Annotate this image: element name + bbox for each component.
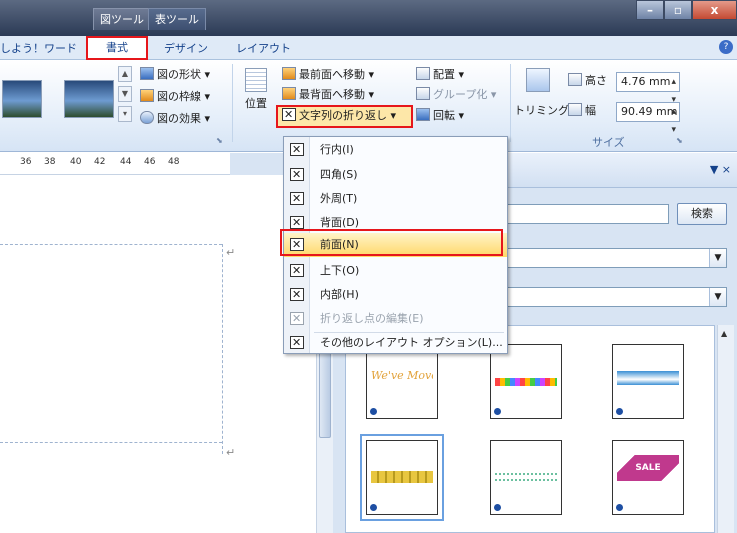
- document-page[interactable]: ↵ ↵: [0, 176, 316, 533]
- menu-item-tight[interactable]: 外周(T): [284, 187, 507, 211]
- menu-item-top-bottom[interactable]: 上下(O): [284, 259, 507, 283]
- chevron-up-icon[interactable]: ▲: [118, 66, 132, 82]
- rotate-icon: [416, 108, 430, 121]
- dialog-launcher-icon[interactable]: ⬊: [216, 136, 223, 145]
- in-front-highlight: [280, 229, 503, 256]
- picture-shape-button[interactable]: 図の形状 ▾: [140, 66, 210, 84]
- clip-item[interactable]: We've Moved: [366, 344, 438, 419]
- width-field[interactable]: 90.49 mm ▴ ▾: [616, 102, 680, 135]
- crop-icon[interactable]: [526, 68, 550, 92]
- tab-word[interactable]: しよう！ワード: [0, 39, 77, 59]
- size-group-label: サイズ: [592, 136, 625, 149]
- height-label: 高さ: [568, 72, 607, 90]
- minimize-icon[interactable]: –: [636, 0, 664, 20]
- table-border: [0, 244, 222, 245]
- search-button[interactable]: 検索: [677, 203, 727, 225]
- spinner-icon[interactable]: ▴ ▾: [671, 103, 676, 139]
- maximize-icon[interactable]: ▫: [664, 0, 692, 20]
- search-scope-select[interactable]: ▼: [499, 248, 727, 268]
- wrap-inline-icon: [290, 138, 304, 162]
- wrap-top-bottom-icon: [290, 259, 304, 283]
- picture-style-thumbnail[interactable]: [2, 80, 42, 118]
- align-icon: [416, 67, 430, 80]
- clip-badge-icon: [493, 503, 502, 512]
- table-border: [0, 442, 222, 443]
- wrap-square-icon: [290, 163, 304, 187]
- search-input[interactable]: [499, 204, 669, 224]
- position-button[interactable]: 位置: [240, 68, 272, 130]
- send-back-icon: [282, 87, 296, 100]
- wrap-text-icon: [282, 106, 296, 124]
- send-to-back-button[interactable]: 最背面へ移動 ▾: [282, 86, 374, 104]
- group-divider: [232, 64, 233, 142]
- menu-item-more-layout-options[interactable]: その他のレイアウト オプション(L)...: [284, 331, 507, 355]
- align-button[interactable]: 配置 ▾: [416, 66, 464, 84]
- tab-design[interactable]: デザイン: [164, 39, 208, 59]
- clip-badge-icon: [615, 407, 624, 416]
- rotate-button[interactable]: 回転 ▾: [416, 107, 464, 125]
- group-divider: [510, 64, 511, 142]
- edit-wrap-points-icon: [290, 307, 304, 331]
- close-icon[interactable]: x: [692, 0, 737, 20]
- paragraph-mark-icon: ↵: [226, 246, 236, 259]
- menu-item-inline[interactable]: 行内(I): [284, 138, 507, 162]
- chevron-down-icon[interactable]: ▼: [709, 249, 726, 267]
- crop-button[interactable]: トリミング: [514, 102, 569, 120]
- paragraph-mark-icon: ↵: [226, 446, 236, 459]
- context-tab-table-tools: 表ツール: [148, 8, 206, 30]
- bring-front-icon: [282, 67, 296, 80]
- table-border: [222, 244, 223, 454]
- picture-border-button[interactable]: 図の枠線 ▾: [140, 88, 210, 106]
- menu-item-edit-wrap-points: 折り返し点の編集(E): [284, 307, 507, 331]
- pane-close-icon[interactable]: ▼ ×: [710, 163, 731, 176]
- clip-item[interactable]: [490, 440, 562, 515]
- help-icon[interactable]: ?: [719, 40, 733, 54]
- layout-options-icon: [290, 331, 304, 355]
- wrap-tight-icon: [290, 187, 304, 211]
- clip-item[interactable]: [612, 344, 684, 419]
- context-tab-picture-tools: 図ツール: [93, 8, 151, 30]
- ruler-margin: [230, 153, 283, 175]
- width-icon: [568, 103, 582, 116]
- media-type-select[interactable]: ▼: [499, 287, 727, 307]
- tab-layout[interactable]: レイアウト: [236, 39, 291, 59]
- clip-badge-icon: [493, 407, 502, 416]
- clip-results: We've Moved SALE: [345, 325, 715, 533]
- border-icon: [140, 89, 154, 102]
- bring-to-front-button[interactable]: 最前面へ移動 ▾: [282, 66, 374, 84]
- menu-item-through[interactable]: 内部(H): [284, 283, 507, 307]
- clip-item-selected[interactable]: [360, 434, 444, 521]
- clip-badge-icon: [369, 407, 378, 416]
- shape-icon: [140, 67, 154, 80]
- picture-style-thumbnail[interactable]: [64, 80, 114, 118]
- effect-icon: [140, 111, 154, 124]
- clip-item[interactable]: [490, 344, 562, 419]
- height-field[interactable]: 4.76 mm ▴ ▾: [616, 72, 680, 105]
- more-styles-icon[interactable]: ▾: [118, 106, 132, 122]
- menu-item-square[interactable]: 四角(S): [284, 163, 507, 187]
- group-button: グループ化 ▾: [416, 86, 496, 104]
- wrap-text-button[interactable]: 文字列の折り返し ▾: [282, 106, 396, 125]
- title-bar: 図ツール 表ツール – ▫ x: [0, 0, 737, 36]
- group-icon: [416, 87, 430, 100]
- clip-item[interactable]: SALE: [612, 440, 684, 515]
- picture-effect-button[interactable]: 図の効果 ▾: [140, 110, 210, 128]
- chevron-up-icon[interactable]: ▲: [721, 329, 727, 338]
- dialog-launcher-icon[interactable]: ⬊: [676, 136, 683, 145]
- chevron-down-icon[interactable]: ▼: [709, 288, 726, 306]
- position-icon: [245, 68, 267, 92]
- width-label: 幅: [568, 102, 596, 120]
- tab-format[interactable]: 書式: [86, 36, 148, 60]
- wrap-through-icon: [290, 283, 304, 307]
- chevron-down-icon[interactable]: ▼: [118, 86, 132, 102]
- ribbon-tab-row: しよう！ワード 書式 デザイン レイアウト ?: [0, 36, 737, 60]
- clip-badge-icon: [615, 503, 624, 512]
- height-icon: [568, 73, 582, 86]
- clip-badge-icon: [369, 503, 378, 512]
- results-scrollbar[interactable]: ▲: [717, 325, 734, 533]
- wrap-behind-icon: [290, 211, 304, 235]
